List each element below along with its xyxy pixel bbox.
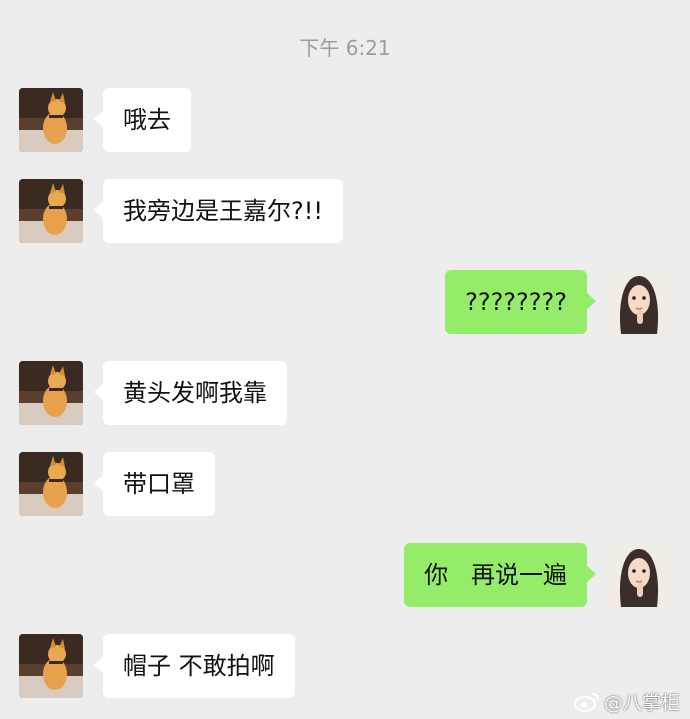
weibo-watermark: @八掌柜 (573, 688, 680, 715)
chat-timestamp: 下午 6:21 (299, 36, 391, 60)
girl-avatar[interactable] (607, 270, 671, 334)
girl-avatar[interactable] (607, 543, 671, 607)
dog-avatar[interactable] (19, 179, 83, 243)
message-bubble-incoming[interactable]: 带口罩 (94, 452, 215, 516)
dog-avatar[interactable] (19, 361, 83, 425)
dog-avatar[interactable] (19, 88, 83, 152)
message-bubble-incoming[interactable]: 帽子 不敢拍啊 (94, 634, 295, 698)
message-bubble-outgoing[interactable]: ???????? (445, 270, 596, 334)
message-bubble-incoming[interactable]: 哦去 (94, 88, 191, 152)
dog-avatar[interactable] (19, 634, 83, 698)
message-bubble-incoming[interactable]: 黄头发啊我靠 (94, 361, 287, 425)
dog-avatar[interactable] (19, 452, 83, 516)
message-bubble-outgoing[interactable]: 你 再说一遍 (404, 543, 596, 607)
weibo-icon (573, 691, 600, 713)
watermark-text: @八掌柜 (603, 692, 680, 714)
message-bubble-incoming[interactable]: 我旁边是王嘉尔?!! (94, 179, 343, 243)
